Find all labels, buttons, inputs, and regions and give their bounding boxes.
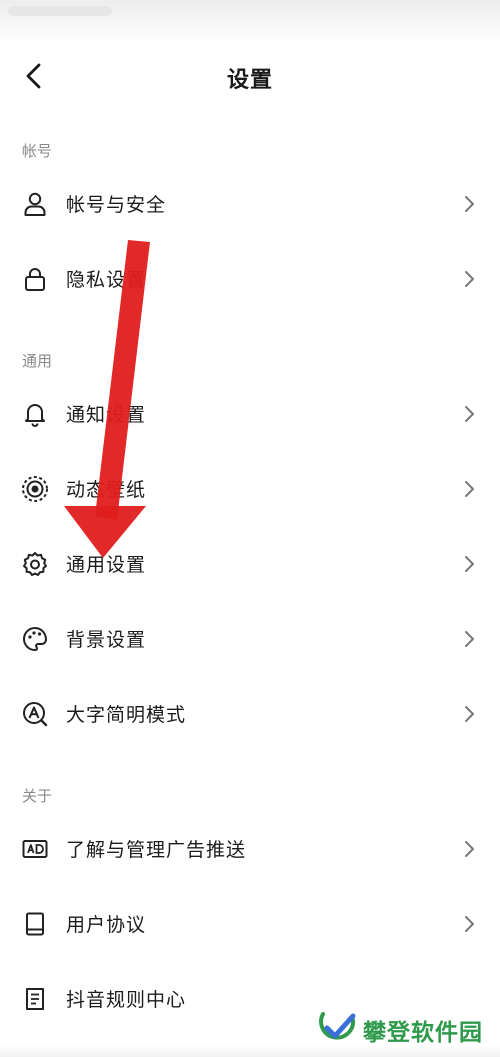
settings-row-label: 帐号与安全 (66, 194, 167, 216)
ad-icon (21, 835, 49, 863)
chevron-right-icon (460, 478, 478, 500)
settings-row-label: 通知设置 (66, 404, 147, 426)
live-wallpaper-icon (21, 475, 49, 503)
settings-row-privacy[interactable]: 隐私设置 (0, 248, 500, 308)
settings-row-background[interactable]: 背景设置 (0, 608, 500, 668)
chevron-right-icon (460, 403, 478, 425)
large-font-icon (21, 700, 49, 728)
settings-row-general-settings[interactable]: 通用设置 (0, 533, 500, 593)
settings-row-ad-management[interactable]: 了解与管理广告推送 (0, 818, 500, 878)
chevron-right-icon (460, 703, 478, 725)
settings-row-user-agreement[interactable]: 用户协议 (0, 893, 500, 953)
section-label-account: 帐号 (22, 142, 53, 160)
chevron-right-icon (460, 628, 478, 650)
book-icon (21, 910, 49, 938)
chevron-right-icon (460, 838, 478, 860)
chevron-right-icon (460, 913, 478, 935)
watermark-text: 攀登软件园 (363, 1020, 483, 1046)
settings-row-label: 抖音规则中心 (66, 989, 187, 1011)
palette-icon (21, 625, 49, 653)
settings-row-label: 动态壁纸 (66, 479, 147, 501)
section-label-general: 通用 (22, 352, 53, 370)
bell-icon (21, 400, 49, 428)
lock-icon (21, 265, 49, 293)
page-title: 设置 (226, 68, 273, 93)
watermark-logo-icon (319, 1012, 356, 1040)
chevron-right-icon (460, 193, 478, 215)
chevron-right-icon (460, 553, 478, 575)
status-bar-blur (8, 6, 112, 16)
nav-header: 设置 (0, 50, 500, 102)
user-icon (21, 190, 49, 218)
settings-row-notifications[interactable]: 通知设置 (0, 383, 500, 443)
rules-doc-icon (21, 985, 49, 1013)
bottom-edge (0, 1045, 500, 1057)
settings-row-label: 隐私设置 (66, 269, 147, 291)
settings-row-live-wallpaper[interactable]: 动态壁纸 (0, 458, 500, 518)
chevron-right-icon (460, 268, 478, 290)
gear-icon (21, 550, 49, 578)
settings-row-large-font-mode[interactable]: 大字简明模式 (0, 683, 500, 743)
settings-row-label: 大字简明模式 (66, 704, 187, 726)
status-bar-area (0, 0, 500, 42)
settings-row-label: 通用设置 (66, 554, 147, 576)
section-label-about: 关于 (22, 787, 53, 805)
settings-row-label: 用户协议 (66, 914, 147, 936)
settings-row-label: 背景设置 (66, 629, 147, 651)
settings-row-account-security[interactable]: 帐号与安全 (0, 173, 500, 233)
settings-row-label: 了解与管理广告推送 (66, 839, 247, 861)
